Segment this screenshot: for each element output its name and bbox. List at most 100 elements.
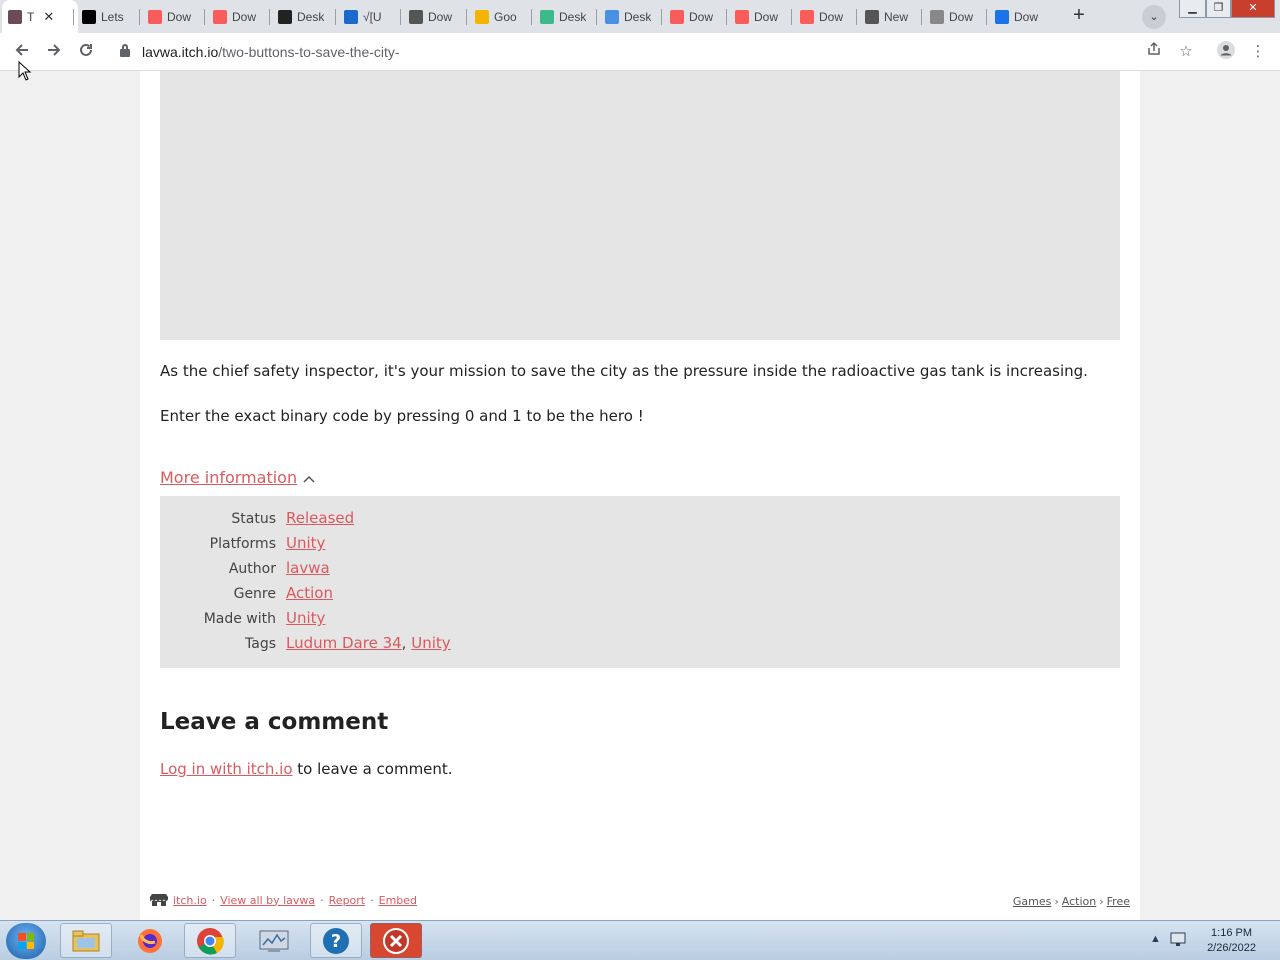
breadcrumb-link[interactable]: Action [1062,895,1096,908]
tab-label: Dow [819,9,844,24]
tab-separator [139,9,140,25]
tab-strip: + ⌄ ▁ ❐ ✕ T ✕ Lets Dow Dow Desk √[U Dow Goo Desk D… [0,0,1280,33]
info-key: Platforms [209,536,276,552]
more-information-toggle[interactable]: More information [160,468,315,487]
footer-separator: · [370,893,374,907]
address-bar[interactable]: lavwa.itch.io/two-buttons-to-save-the-ci… [112,38,1132,66]
tab-separator [921,9,922,25]
footer-separator: · [211,893,216,907]
reload-button[interactable] [75,41,97,63]
info-link[interactable]: Released [286,509,354,527]
clock-time: 1:16 PM [1211,927,1253,939]
tab-close-icon[interactable]: ✕ [43,9,54,25]
help-taskbar-button[interactable]: ? [310,923,362,958]
footer-link[interactable]: View all by lavwa [220,894,315,907]
download-icon [995,9,1009,24]
tab-search-button[interactable]: ⌄ [1142,5,1166,29]
tab-label: Dow [949,9,974,24]
bookmark-star-icon[interactable]: ☆ [1175,41,1197,63]
footer-link[interactable]: Report [329,894,365,907]
app-icon [278,9,292,24]
browser-tab[interactable]: T ✕ [2,0,78,33]
browser-tab[interactable]: New [859,0,921,33]
browser-tab[interactable]: Dow [729,0,791,33]
browser-tab[interactable]: Lets [76,0,138,33]
chrome-taskbar-button[interactable] [184,923,236,958]
tab-separator [986,9,987,25]
error-app-taskbar-button[interactable] [370,923,422,958]
browser-tab[interactable]: Dow [989,0,1051,33]
itch-logo-icon[interactable] [150,893,168,907]
forward-button[interactable] [43,41,65,63]
forward-arrow-icon [48,44,61,56]
info-link[interactable]: Unity [411,634,450,652]
browser-tab[interactable]: Goo [469,0,531,33]
tab-label: Dow [689,9,714,24]
breadcrumb-link[interactable]: Free [1107,895,1130,908]
tab-separator [204,9,205,25]
firefox-icon [138,928,162,953]
share-icon[interactable] [1143,41,1165,63]
browser-tab[interactable]: Dow [142,0,204,33]
info-key: Tags [245,636,276,652]
start-button[interactable] [6,923,46,959]
footer-link[interactable]: Embed [379,894,417,907]
network-icon[interactable] [1170,931,1188,950]
login-suffix: to leave a comment. [292,760,453,778]
info-link[interactable]: lavwa [286,559,330,577]
back-button[interactable] [11,41,33,63]
windows-taskbar: ? ▲ 1:16 PM 2/26/2022 [0,920,1280,960]
browser-tab[interactable]: √[U [338,0,400,33]
monitor-app-taskbar-button[interactable] [248,923,300,958]
itch-favicon-icon [8,9,22,24]
menu-kebab-icon[interactable]: ⋮ [1247,41,1269,63]
lock-icon[interactable] [120,44,130,57]
tab-label: Dow [232,9,257,24]
leave-comment-heading: Leave a comment [160,709,389,735]
page-footer: itch.io · View all by lavwa · Report · Embed G… [150,893,1130,911]
browser-tab[interactable]: Desk [534,0,596,33]
new-tab-button[interactable]: + [1068,5,1090,27]
login-link[interactable]: Log in with itch.io [160,760,293,778]
browser-tab[interactable]: Desk [599,0,661,33]
browser-tab[interactable]: Dow [207,0,269,33]
game-embed-area[interactable] [160,71,1120,340]
itch-favicon-icon [670,9,684,24]
firefox-taskbar-button[interactable] [124,923,176,958]
browser-tab[interactable]: Dow [924,0,986,33]
itch-favicon-icon [735,9,749,24]
file-explorer-taskbar-button[interactable] [60,923,112,958]
itch-favicon-icon [148,9,162,24]
info-link[interactable]: Unity [286,609,325,627]
tab-label: √[U [363,9,382,24]
info-link[interactable]: Ludum Dare 34 [286,634,402,652]
browser-tab[interactable]: Dow [794,0,856,33]
browser-tab[interactable]: Dow [403,0,465,33]
tray-expand-icon[interactable]: ▲ [1150,933,1161,945]
minimize-button[interactable]: ▁ [1179,0,1206,18]
breadcrumb-link[interactable]: Games [1013,895,1051,908]
close-window-button[interactable]: ✕ [1231,0,1275,18]
browser-tab[interactable]: Desk [272,0,334,33]
url-text[interactable]: lavwa.itch.io/two-buttons-to-save-the-ci… [142,44,400,60]
breadcrumb-separator: › [1099,895,1104,908]
info-key: Genre [233,586,276,602]
more-information-link[interactable]: More information [160,468,297,487]
url-host: lavwa.itch.io [142,44,219,60]
tab-separator [661,9,662,25]
info-value: Ludum Dare 34, Unity [286,634,451,652]
tab-label: Goo [494,9,517,24]
browser-tab[interactable]: Dow [664,0,726,33]
info-link[interactable]: Unity [286,534,325,552]
reload-icon [80,43,92,56]
page-viewport: As the chief safety inspector, it's your… [0,71,1280,920]
help-icon: ? [323,927,349,954]
info-link[interactable]: Action [286,584,333,602]
restore-button[interactable]: ❐ [1206,0,1231,18]
99-icon [344,9,358,24]
system-clock[interactable]: 1:16 PM 2/26/2022 [1207,926,1256,956]
tab-separator [335,9,336,25]
chevron-up-icon [303,473,315,486]
profile-avatar-icon[interactable] [1215,41,1237,63]
footer-link[interactable]: itch.io [173,894,207,907]
